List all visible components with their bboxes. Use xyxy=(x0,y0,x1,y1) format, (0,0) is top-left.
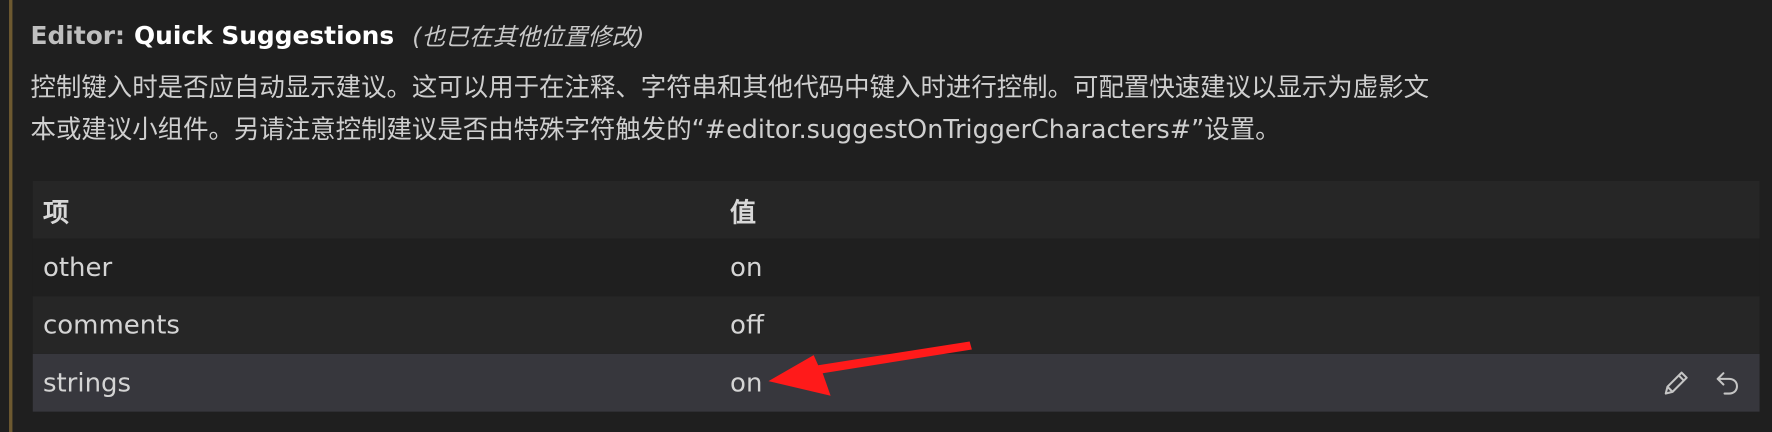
modified-elsewhere-note[interactable]: (也已在其他位置修改) xyxy=(412,19,644,53)
setting-title: Editor: Quick Suggestions (也已在其他位置修改) xyxy=(31,16,645,57)
row-value: on xyxy=(730,252,763,283)
row-actions xyxy=(1658,354,1746,412)
table-header-row: 项 值 xyxy=(32,180,1760,239)
setting-category: Editor: xyxy=(30,22,125,51)
row-key: strings xyxy=(42,368,132,398)
setting-item: Editor: Quick Suggestions (也已在其他位置修改) 控制… xyxy=(0,0,1772,432)
modified-indicator xyxy=(9,0,13,432)
description-line-2: 本或建议小组件。另请注意控制建议是否由特殊字符触发的“#editor.sugge… xyxy=(30,115,1281,145)
pencil-icon[interactable] xyxy=(1658,365,1694,401)
table-row[interactable]: comments off xyxy=(32,296,1760,354)
undo-icon[interactable] xyxy=(1710,365,1746,401)
header-value: 值 xyxy=(730,198,757,228)
description-line-1: 控制键入时是否应自动显示建议。这可以用于在注释、字符串和其他代码中键入时进行控制… xyxy=(30,73,1430,103)
table-row[interactable]: strings on xyxy=(32,353,1760,412)
header-item: 项 xyxy=(42,198,69,228)
row-key: other xyxy=(42,252,113,283)
table-row[interactable]: other on xyxy=(32,238,1760,297)
row-value: on xyxy=(730,368,763,398)
row-value: off xyxy=(730,310,764,340)
setting-description: 控制键入时是否应自动显示建议。这可以用于在注释、字符串和其他代码中键入时进行控制… xyxy=(31,68,1754,152)
setting-label: Quick Suggestions xyxy=(134,22,395,51)
object-settings-table: 项 值 other on comments off strings on xyxy=(32,180,1760,412)
row-key: comments xyxy=(42,310,180,340)
